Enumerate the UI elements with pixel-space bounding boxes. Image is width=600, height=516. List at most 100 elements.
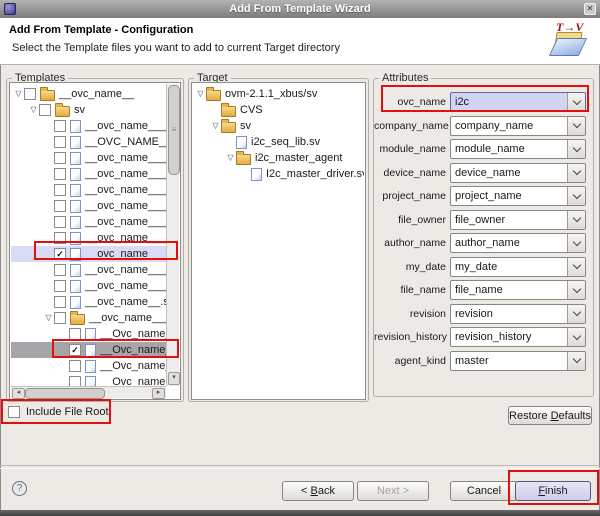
attribute-combo-my_date[interactable]: my_date <box>450 257 586 277</box>
attribute-combo-module_name[interactable]: module_name <box>450 139 586 159</box>
tree-row[interactable]: ✓__ovc_name___seq <box>11 246 166 262</box>
tree-row[interactable]: ▽sv <box>193 118 364 134</box>
tree-row[interactable]: __ovc_name___inter <box>11 230 166 246</box>
tree-row[interactable]: __ovc_name___bus_ <box>11 182 166 198</box>
tree-row[interactable]: __ovc_name___sequ <box>11 214 166 230</box>
attribute-combo-file_owner[interactable]: file_owner <box>450 210 586 230</box>
combo-dropdown-button[interactable] <box>567 258 585 276</box>
scroll-down-icon[interactable]: ▾ <box>168 372 180 385</box>
checkbox[interactable] <box>54 264 66 276</box>
tree-row[interactable]: __Ovc_name____ <box>11 374 166 386</box>
checkbox[interactable] <box>54 216 66 228</box>
tree-row[interactable]: ▽i2c_master_agent <box>193 150 364 166</box>
chevron-down-icon <box>572 261 580 269</box>
checkbox[interactable] <box>54 120 66 132</box>
tree-row[interactable]: __ovc_name___sequ <box>11 278 166 294</box>
tree-row[interactable]: CVS <box>193 102 364 118</box>
tree-row[interactable]: ✓ __Ovc_name____ <box>11 342 166 358</box>
attribute-combo-revision_history[interactable]: revision_history <box>450 327 586 347</box>
attribute-combo-device_name[interactable]: device_name <box>450 163 586 183</box>
expander-down-icon[interactable]: ▽ <box>28 102 39 118</box>
restore-defaults-button[interactable]: Restore Defaults <box>508 406 592 425</box>
tree-row[interactable]: I2c_master_driver.sv <box>193 166 364 182</box>
attribute-combo-project_name[interactable]: project_name <box>450 186 586 206</box>
checkbox[interactable] <box>69 360 81 372</box>
tree-row[interactable]: __OVC_NAME___env <box>11 134 166 150</box>
tree-row[interactable]: ▽__ovc_name____ag <box>11 310 166 326</box>
include-file-root-checkbox[interactable] <box>8 406 20 418</box>
attribute-combo-ovc_name[interactable]: i2c <box>450 92 586 112</box>
scroll-left-icon[interactable]: ◂ <box>12 388 25 399</box>
help-button[interactable]: ? <box>12 481 27 496</box>
titlebar[interactable]: Add From Template Wizard ✕ <box>0 0 600 18</box>
checkbox[interactable] <box>54 184 66 196</box>
templates-tree[interactable]: ▽__ovc_name__▽sv__ovc_name___bus___OVC_N… <box>9 82 181 400</box>
combo-dropdown-button[interactable] <box>567 93 585 111</box>
back-button[interactable]: < Back <box>282 481 354 501</box>
tree-row[interactable]: __ovc_name___inter <box>11 262 166 278</box>
combo-dropdown-button[interactable] <box>567 140 585 158</box>
expander-down-icon[interactable]: ▽ <box>225 150 236 166</box>
horizontal-scrollbar[interactable]: ◂ ▸ <box>11 386 166 398</box>
expander-down-icon[interactable]: ▽ <box>43 310 54 326</box>
tree-row[interactable]: i2c_seq_lib.sv <box>193 134 364 150</box>
combo-dropdown-button[interactable] <box>567 328 585 346</box>
expander-down-icon[interactable]: ▽ <box>13 86 24 102</box>
combo-dropdown-button[interactable] <box>567 187 585 205</box>
tree-row[interactable]: __ovc_name__.svh <box>11 294 166 310</box>
tree-row-label: __Ovc_name____ <box>100 344 166 356</box>
tree-row[interactable]: __ovc_name___env. <box>11 166 166 182</box>
tree-row[interactable]: __ovc_name___bus_ <box>11 118 166 134</box>
target-tree[interactable]: ▽ovm-2.1.1_xbus/svCVS▽svi2c_seq_lib.sv▽i… <box>191 82 366 400</box>
attribute-label: file_owner <box>374 214 446 226</box>
attribute-label: company_name <box>374 120 446 132</box>
checkbox[interactable]: ✓ <box>69 344 81 356</box>
checkbox[interactable] <box>54 200 66 212</box>
horizontal-scrollbar-thumb[interactable] <box>25 388 105 399</box>
checkbox[interactable] <box>54 280 66 292</box>
tree-row[interactable]: ▽sv <box>11 102 166 118</box>
scroll-right-icon[interactable]: ▸ <box>152 388 165 399</box>
checkbox[interactable]: ✓ <box>54 248 66 260</box>
close-icon[interactable]: ✕ <box>584 3 596 15</box>
attribute-combo-agent_kind[interactable]: master <box>450 351 586 371</box>
next-button[interactable]: Next > <box>357 481 429 501</box>
checkbox[interactable] <box>54 152 66 164</box>
checkbox[interactable] <box>24 88 36 100</box>
vertical-scrollbar[interactable]: ≡ ▾ <box>166 84 179 386</box>
vertical-scrollbar-thumb[interactable]: ≡ <box>168 85 180 175</box>
expander-down-icon[interactable]: ▽ <box>195 86 206 102</box>
attribute-combo-author_name[interactable]: author_name <box>450 233 586 253</box>
checkbox[interactable] <box>54 136 66 148</box>
checkbox[interactable] <box>69 376 81 386</box>
combo-dropdown-button[interactable] <box>567 117 585 135</box>
attribute-combo-company_name[interactable]: company_name <box>450 116 586 136</box>
tree-row[interactable]: ▽__ovc_name__ <box>11 86 166 102</box>
combo-dropdown-button[interactable] <box>567 352 585 370</box>
combo-dropdown-button[interactable] <box>567 164 585 182</box>
combo-dropdown-button[interactable] <box>567 234 585 252</box>
cancel-button[interactable]: Cancel <box>450 481 518 501</box>
attribute-combo-file_name[interactable]: file_name <box>450 280 586 300</box>
combo-dropdown-button[interactable] <box>567 211 585 229</box>
file-icon <box>70 120 81 133</box>
combo-dropdown-button[interactable] <box>567 281 585 299</box>
attribute-row-module_name: module_namemodule_name <box>374 139 586 159</box>
expander-down-icon[interactable]: ▽ <box>210 118 221 134</box>
checkbox[interactable] <box>54 296 66 308</box>
checkbox[interactable] <box>69 328 81 340</box>
include-file-root-option[interactable]: Include File Root <box>8 406 109 418</box>
tree-row[interactable]: ▽ovm-2.1.1_xbus/sv <box>193 86 364 102</box>
combo-dropdown-button[interactable] <box>567 305 585 323</box>
tree-row[interactable]: __ovc_name___type <box>11 150 166 166</box>
tree-row[interactable]: __Ovc_name____ <box>11 358 166 374</box>
folder-icon <box>221 106 236 117</box>
attribute-combo-revision[interactable]: revision <box>450 304 586 324</box>
tree-row[interactable]: __ovc_name___tran <box>11 198 166 214</box>
tree-row[interactable]: __Ovc_name____ <box>11 326 166 342</box>
finish-button[interactable]: Finish <box>515 481 591 501</box>
checkbox[interactable] <box>54 168 66 180</box>
checkbox[interactable] <box>54 312 66 324</box>
checkbox[interactable] <box>39 104 51 116</box>
checkbox[interactable] <box>54 232 66 244</box>
